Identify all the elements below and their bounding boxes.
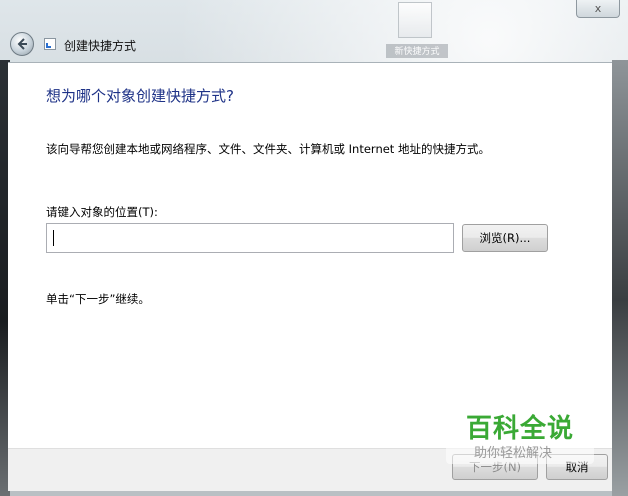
title-bar: 创建快捷方式 x: [0, 0, 628, 62]
window-title: 创建快捷方式: [64, 39, 137, 53]
wizard-content: 想为哪个对象创建快捷方式? 该向导帮您创建本地或网络程序、文件、文件夹、计算机或…: [8, 62, 612, 449]
watermark-subtitle: 助你轻松解决: [474, 446, 553, 461]
close-icon: x: [594, 2, 602, 15]
browse-button[interactable]: 浏览(R)...: [462, 224, 548, 252]
text-caret: [53, 230, 54, 246]
location-label: 请键入对象的位置(T):: [46, 205, 158, 219]
continue-hint: 单击“下一步”继续。: [46, 292, 150, 306]
shortcut-icon: [44, 38, 56, 50]
wizard-description: 该向导帮您创建本地或网络程序、文件、文件夹、计算机或 Internet 地址的快…: [46, 142, 490, 156]
back-button[interactable]: [10, 32, 34, 56]
frame-right-edge: [612, 60, 628, 496]
back-arrow-icon: [17, 38, 27, 50]
page-title: 想为哪个对象创建快捷方式?: [46, 87, 234, 105]
location-input[interactable]: [46, 223, 454, 253]
close-button[interactable]: x: [576, 0, 620, 18]
watermark-title: 百科全说: [466, 414, 575, 444]
